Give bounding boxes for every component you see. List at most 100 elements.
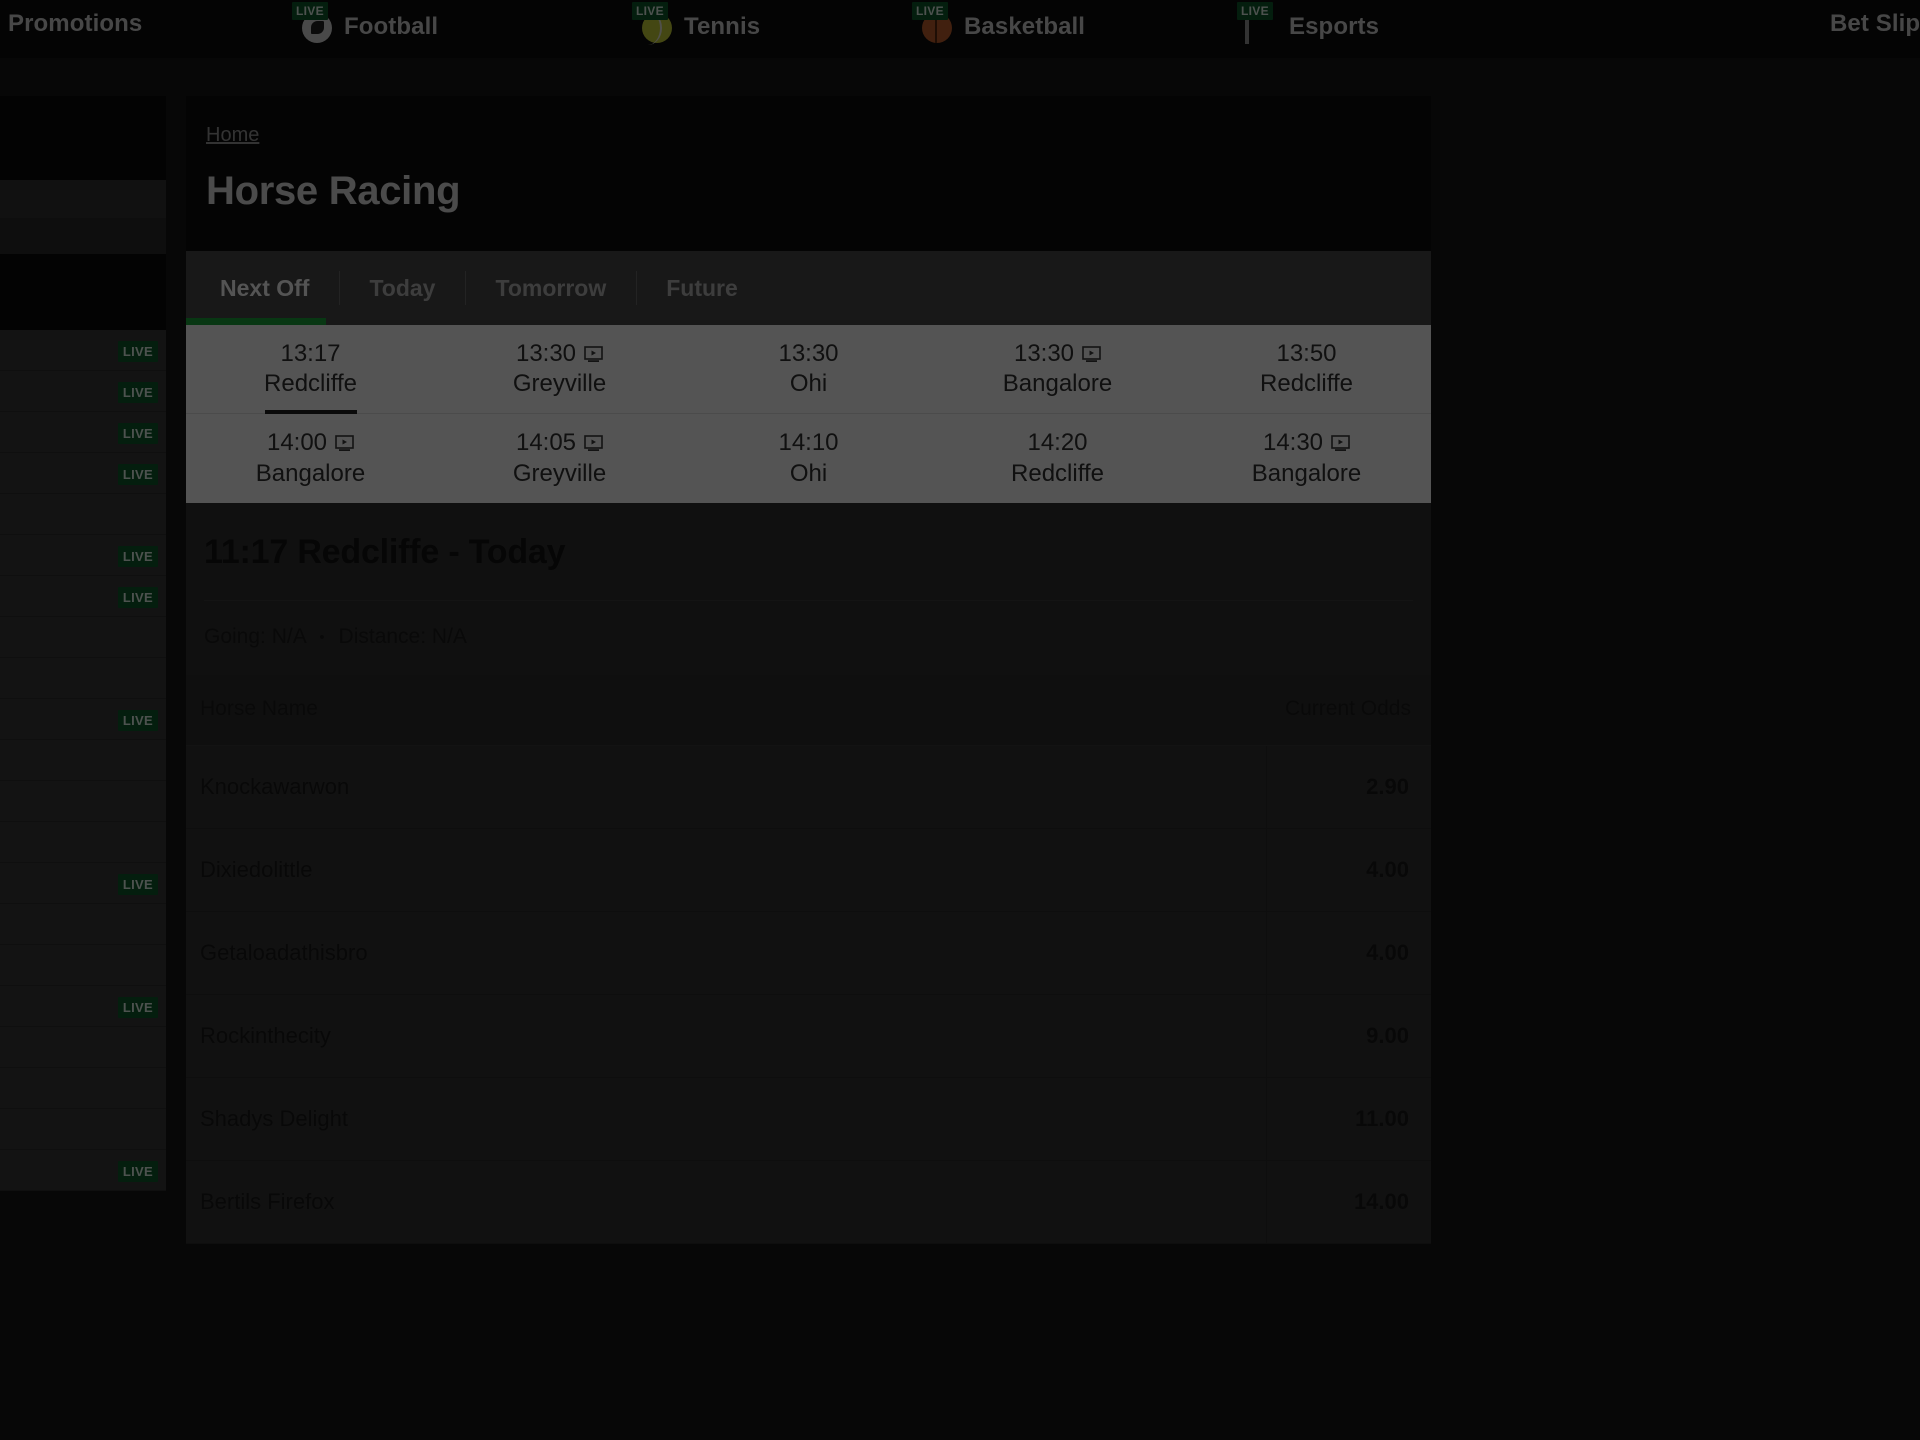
race-card-venue: Greyville	[512, 459, 607, 487]
live-stream-icon[interactable]	[335, 435, 354, 452]
race-strip-row: 13:17 Redcliffe 13:30 Greyville 13:30 Ohi 13:3…	[186, 325, 1431, 415]
race-card-venue: Ohi	[789, 459, 828, 487]
sidebar-list-item[interactable]: LIVE	[0, 986, 166, 1027]
sidebar-list-item[interactable]: LIVE	[0, 453, 166, 494]
odds-button[interactable]: 11.00	[1265, 1077, 1431, 1161]
live-badge: LIVE	[912, 2, 948, 20]
tab-future[interactable]: Future	[636, 275, 768, 302]
live-stream-icon[interactable]	[1331, 435, 1350, 452]
tab-next-off[interactable]: Next Off	[208, 275, 339, 302]
live-badge: LIVE	[117, 382, 158, 403]
runners-table: Horse Name Current Odds Knockawarwon 2.90…	[186, 674, 1431, 1244]
sidebar-list-item[interactable]: LIVE	[0, 535, 166, 576]
race-card[interactable]: 14:05 Greyville	[435, 414, 684, 502]
sidebar-list-item[interactable]: LIVE	[0, 576, 166, 617]
tab-tomorrow[interactable]: Tomorrow	[465, 275, 636, 302]
sidebar-list-item[interactable]	[0, 1027, 166, 1068]
nav-label-promotions: Promotions	[8, 10, 143, 37]
race-card[interactable]: 14:20 Redcliffe	[933, 414, 1182, 502]
odds-button[interactable]: 4.00	[1265, 911, 1431, 995]
race-card[interactable]: 13:30 Bangalore	[933, 325, 1182, 413]
live-stream-icon[interactable]	[584, 435, 603, 452]
nav-label-tennis: Tennis	[684, 13, 761, 40]
nav-label-basketball: Basketball	[964, 13, 1086, 40]
sidebar-list-item[interactable]: LIVE	[0, 330, 166, 371]
sidebar-list-item[interactable]	[0, 740, 166, 781]
race-card[interactable]: 14:10 Ohi	[684, 414, 933, 502]
live-badge: LIVE	[117, 710, 158, 731]
odds-button[interactable]: 4.00	[1265, 828, 1431, 912]
live-stream-icon[interactable]	[584, 345, 603, 363]
sidebar-list-item[interactable]	[0, 1109, 166, 1150]
table-row[interactable]: Shadys Delight 11.00	[186, 1077, 1431, 1161]
sidebar-list-item[interactable]	[0, 945, 166, 986]
table-row[interactable]: Rockinthecity 9.00	[186, 994, 1431, 1078]
table-row[interactable]: Knockawarwon 2.90	[186, 745, 1431, 829]
sidebar-list-item[interactable]	[0, 781, 166, 822]
sidebar-list-item[interactable]	[0, 617, 166, 658]
breadcrumb-home[interactable]: Home	[206, 124, 259, 147]
nav-label-esports: Esports	[1289, 13, 1380, 40]
race-card[interactable]: 14:30 Bangalore	[1182, 414, 1431, 502]
race-card-venue: Bangalore	[1251, 459, 1362, 487]
sidebar-list-item[interactable]	[0, 904, 166, 945]
live-badge: LIVE	[292, 2, 328, 20]
race-card-venue: Greyville	[512, 370, 607, 398]
sidebar-panel-subtop[interactable]	[0, 180, 166, 218]
race-card-time-wrap: 14:05	[439, 429, 680, 457]
race-card-time: 14:05	[515, 429, 577, 457]
race-card-time: 13:30	[778, 340, 839, 367]
nav-item-tennis[interactable]: LIVE Tennis	[632, 2, 761, 45]
live-stream-icon[interactable]	[1082, 345, 1101, 363]
nav-label-bet-slip: Bet Slip	[1830, 10, 1920, 37]
esports-icon: LIVE	[1237, 2, 1279, 44]
distance-value: N/A	[431, 624, 467, 648]
live-badge: LIVE	[117, 464, 158, 485]
race-card-time: 14:30	[1262, 429, 1324, 457]
sidebar-list-item[interactable]: LIVE	[0, 863, 166, 904]
sidebar-panel-second[interactable]	[0, 254, 166, 330]
live-badge: LIVE	[117, 423, 158, 444]
odds-button[interactable]: 14.00	[1265, 1160, 1431, 1244]
sidebar-list-item[interactable]	[0, 658, 166, 699]
nav-item-esports[interactable]: LIVE Esports	[1237, 2, 1380, 44]
next-off-race-strip: 13:17 Redcliffe 13:30 Greyville 13:30 Ohi 13:3…	[186, 325, 1431, 503]
race-card-venue: Bangalore	[255, 459, 366, 487]
odds-button[interactable]: 2.90	[1265, 745, 1431, 829]
race-detail-meta: Going: N/A • Distance: N/A	[186, 601, 1431, 675]
race-card[interactable]: 13:30 Greyville	[435, 325, 684, 413]
odds-button[interactable]: 9.00	[1265, 994, 1431, 1078]
race-card[interactable]: 13:50 Redcliffe	[1182, 325, 1431, 413]
distance-label: Distance:	[338, 624, 427, 648]
football-icon: LIVE	[292, 2, 334, 44]
horse-name-cell: Knockawarwon	[186, 745, 1266, 829]
sidebar-list-item[interactable]: LIVE	[0, 371, 166, 412]
race-card-time-wrap: 14:20	[937, 429, 1178, 456]
sidebar-list-item[interactable]: LIVE	[0, 1150, 166, 1191]
nav-item-basketball[interactable]: LIVE Basketball	[912, 2, 1086, 44]
race-card[interactable]: 13:30 Ohi	[684, 325, 933, 413]
race-card[interactable]: 14:00 Bangalore	[186, 414, 435, 502]
table-row[interactable]: Dixiedolittle 4.00	[186, 828, 1431, 912]
nav-item-football[interactable]: LIVE Football	[292, 2, 438, 44]
table-row[interactable]: Bertils Firefox 14.00	[186, 1160, 1431, 1244]
horse-name-cell: Shadys Delight	[186, 1077, 1266, 1161]
race-card-time-wrap: 13:50	[1186, 340, 1427, 367]
sidebar-panel-top[interactable]	[0, 96, 166, 180]
sidebar-list-item[interactable]: LIVE	[0, 699, 166, 740]
horse-name-cell: Getaloadathisbro	[186, 911, 1266, 995]
race-card-time-wrap: 13:30	[937, 340, 1178, 367]
sidebar-list-item[interactable]	[0, 1068, 166, 1109]
race-card[interactable]: 13:17 Redcliffe	[186, 325, 435, 413]
race-detail-title: 11:17 Redcliffe - Today	[204, 532, 566, 571]
sidebar-list-item[interactable]: LIVE	[0, 412, 166, 453]
race-card-venue: Bangalore	[1002, 370, 1113, 398]
column-header-horse-name: Horse Name	[186, 674, 1266, 746]
sidebar-list-item[interactable]	[0, 822, 166, 863]
table-row[interactable]: Getaloadathisbro 4.00	[186, 911, 1431, 995]
tab-today[interactable]: Today	[339, 275, 465, 302]
live-badge: LIVE	[117, 1161, 158, 1182]
nav-item-bet-slip[interactable]: Bet Slip	[1830, 10, 1920, 38]
nav-item-promotions[interactable]: Promotions	[8, 10, 142, 38]
sidebar-list-item[interactable]	[0, 494, 166, 535]
